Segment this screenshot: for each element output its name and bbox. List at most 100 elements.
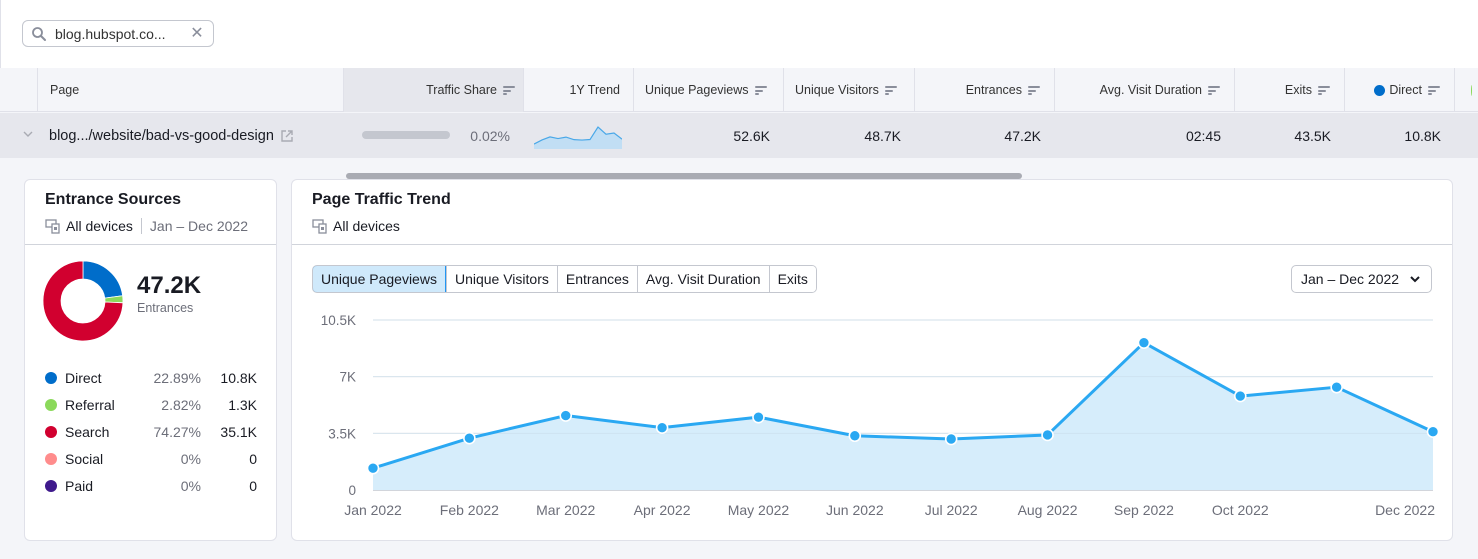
column-label: Traffic Share xyxy=(426,83,497,97)
referral-dot xyxy=(45,398,57,411)
sort-icon xyxy=(1208,85,1220,95)
y-tick-label: 10.5K xyxy=(321,313,356,328)
search-dot xyxy=(45,425,57,438)
tab-unique-visitors[interactable]: Unique Visitors xyxy=(445,266,557,292)
sort-icon xyxy=(884,85,897,95)
source-percent: 2.82% xyxy=(161,396,201,413)
metric-tabs: Unique Pageviews Unique Visitors Entranc… xyxy=(312,265,817,293)
table-header: Page Traffic Share 1Y Trend Unique Pagev… xyxy=(0,68,1478,179)
devices-icon xyxy=(312,219,327,234)
column-header-avg-visit-duration[interactable]: Avg. Visit Duration xyxy=(1054,68,1234,112)
column-header-1y-trend: 1Y Trend xyxy=(523,68,633,112)
data-point-jan-2022 xyxy=(366,461,380,475)
data-point-jul-2022 xyxy=(944,432,958,446)
data-point-nov-2022 xyxy=(1330,380,1343,394)
entrance-sources-filters: All devices Jan – Dec 2022 xyxy=(45,218,248,234)
external-link-icon[interactable] xyxy=(280,129,294,143)
avg-visit-duration-value: 02:45 xyxy=(1185,127,1221,144)
date-range-label: Jan – Dec 2022 xyxy=(1301,271,1400,287)
source-value: 0 xyxy=(249,450,257,467)
unique-visitors-value: 48.7K xyxy=(864,127,901,144)
traffic-share-value: 0.02% xyxy=(470,127,510,144)
card-divider xyxy=(25,244,276,245)
source-name: Referral xyxy=(65,396,115,413)
clear-search-icon[interactable]: ✕ xyxy=(189,25,205,42)
sort-icon xyxy=(1028,85,1040,95)
column-label: Exits xyxy=(1284,83,1312,97)
column-header-entrances[interactable]: Entrances xyxy=(914,68,1054,112)
series-area xyxy=(373,342,1433,490)
total-entrances-value: 47.2K xyxy=(137,272,202,299)
column-label: Unique Visitors xyxy=(795,83,879,97)
entrance-sources-title: Entrance Sources xyxy=(45,191,182,208)
x-tick-label: Oct 2022 xyxy=(1212,502,1269,518)
x-tick-label: Apr 2022 xyxy=(634,502,691,518)
y-tick-label: 0 xyxy=(348,483,356,498)
card-divider xyxy=(292,244,1452,245)
page-traffic-trend-chart: 0 3.5K 7K 10.5K Jan 2022 Feb 2022 Mar 2022 Apr … xyxy=(321,313,1440,518)
page-traffic-trend-card: Page Traffic Trend All devices Unique Pa… xyxy=(291,179,1453,541)
column-header-unique-pageviews[interactable]: Unique Pageviews xyxy=(633,68,783,112)
x-tick-label: Dec 2022 xyxy=(1375,502,1435,518)
legend-item-social: Social 0% 0 xyxy=(45,445,257,472)
data-point-may-2022 xyxy=(752,410,765,424)
tab-avg-visit-duration[interactable]: Avg. Visit Duration xyxy=(636,266,769,292)
column-header-page[interactable]: Page xyxy=(37,68,343,112)
column-label: Direct xyxy=(1389,83,1422,97)
domain-search-input[interactable]: blog.hubspot.co... ✕ xyxy=(22,20,214,47)
devices-icon xyxy=(45,219,60,234)
tab-exits[interactable]: Exits xyxy=(768,266,816,292)
column-header-direct[interactable]: Direct xyxy=(1344,68,1454,112)
entrance-sources-donut-chart xyxy=(42,260,124,342)
data-point-sep-2022 xyxy=(1137,336,1151,349)
data-point-mar-2022 xyxy=(559,409,573,422)
date-range-dropdown[interactable]: Jan – Dec 2022 xyxy=(1291,265,1432,293)
column-label: Unique Pageviews xyxy=(645,83,749,97)
x-tick-label: Feb 2022 xyxy=(440,502,499,518)
data-point-apr-2022 xyxy=(655,421,669,434)
total-entrances-label: Entrances xyxy=(137,301,194,315)
table-row[interactable]: blog.../website/bad-vs-good-design 0.02%… xyxy=(0,113,1478,158)
source-value: 1.3K xyxy=(228,396,257,413)
column-label: Entrances xyxy=(965,83,1022,97)
direct-dot xyxy=(45,371,57,384)
x-tick-label: Jul 2022 xyxy=(925,502,978,518)
entrance-sources-legend: Direct 22.89% 10.8K Referral 2.82% 1.3K Sear… xyxy=(45,364,257,499)
direct-color-dot xyxy=(1374,84,1386,96)
referral-color-dot xyxy=(1471,84,1472,96)
source-value: 10.8K xyxy=(220,369,257,386)
x-tick-label: Aug 2022 xyxy=(1018,502,1078,518)
source-percent: 0% xyxy=(180,477,201,494)
source-percent: 0% xyxy=(180,450,201,467)
chevron-down-icon xyxy=(1410,276,1420,283)
page-traffic-trend-title: Page Traffic Trend xyxy=(312,191,451,208)
sort-icon xyxy=(503,85,515,95)
column-header-exits[interactable]: Exits xyxy=(1234,68,1344,112)
paid-dot xyxy=(45,479,57,492)
device-filter: All devices xyxy=(66,218,133,234)
tab-unique-pageviews[interactable]: Unique Pageviews xyxy=(312,266,446,292)
tab-entrances[interactable]: Entrances xyxy=(556,266,637,292)
x-tick-label: Sep 2022 xyxy=(1114,502,1174,518)
separator xyxy=(140,218,142,234)
sort-icon xyxy=(754,85,767,95)
exits-value: 43.5K xyxy=(1294,127,1331,144)
unique-pageviews-value: 52.6K xyxy=(733,127,770,144)
page-url: blog.../website/bad-vs-good-design xyxy=(49,127,274,144)
chevron-down-icon[interactable] xyxy=(22,128,34,140)
column-header-unique-visitors[interactable]: Unique Visitors xyxy=(783,68,914,112)
column-header-referral-partial[interactable] xyxy=(1454,68,1478,112)
y-tick-label: 3.5K xyxy=(328,426,356,441)
donut-slice-direct xyxy=(82,260,124,299)
x-tick-label: May 2022 xyxy=(728,502,790,518)
period-label: Jan – Dec 2022 xyxy=(149,218,248,234)
page-url-link[interactable]: blog.../website/bad-vs-good-design xyxy=(49,113,294,158)
data-point-oct-2022 xyxy=(1233,389,1247,403)
source-name: Search xyxy=(65,423,110,440)
trend-sparkline xyxy=(534,126,622,149)
data-point-aug-2022 xyxy=(1041,428,1054,442)
source-name: Direct xyxy=(65,369,102,386)
entrance-sources-card: Entrance Sources All devices Jan – Dec 2… xyxy=(24,179,277,541)
column-header-traffic-share[interactable]: Traffic Share xyxy=(343,68,523,112)
source-value: 0 xyxy=(249,477,257,494)
